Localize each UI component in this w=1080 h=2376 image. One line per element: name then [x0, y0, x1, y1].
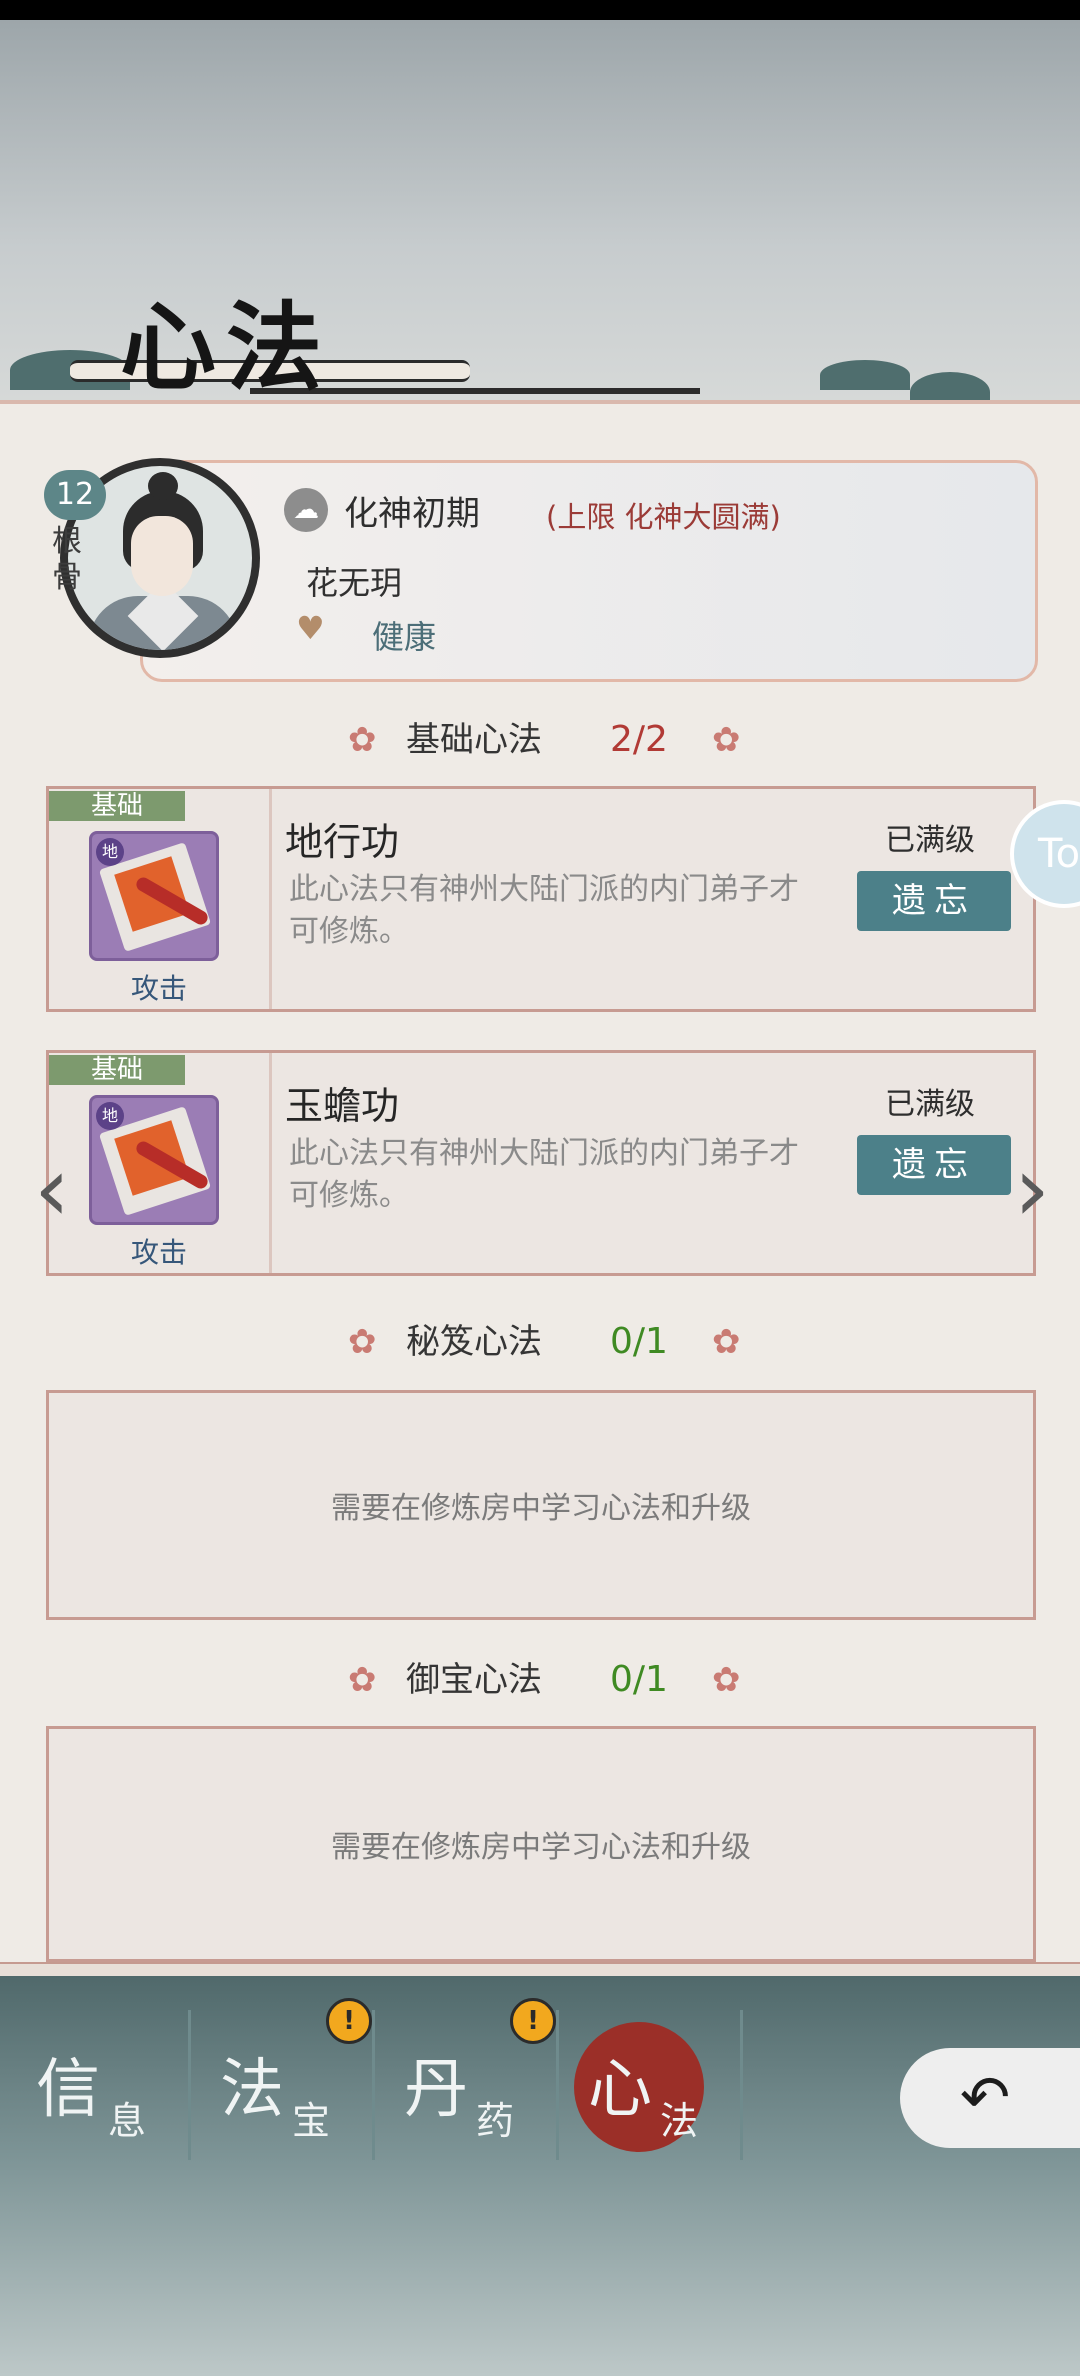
forget-button[interactable]: 遗忘	[857, 1135, 1011, 1195]
cultivation-realm: 化神初期	[344, 494, 480, 534]
alert-icon: !	[326, 1998, 372, 2044]
empty-skill-slot[interactable]: 需要在修炼房中学习心法和升级	[46, 1390, 1036, 1620]
empty-slot-hint: 需要在修炼房中学习心法和升级	[331, 1491, 751, 1526]
root-level-badge: 12	[44, 470, 106, 520]
health-status: 健康	[372, 618, 437, 656]
tab-label-sub: 息	[108, 2099, 147, 2143]
section-header-treasure: ✿ 御宝心法 0/1 ✿	[0, 1650, 1080, 1710]
skill-type: 攻击	[130, 1236, 187, 1269]
flower-icon: ✿	[348, 720, 377, 760]
skill-card[interactable]: 基础 地 攻击 地行功 此心法只有神州大陆门派的内门弟子才可修炼。 已满级 遗忘	[46, 786, 1036, 1012]
tab-mind-method-active[interactable]: 心 法	[560, 2010, 743, 2160]
skill-name: 地行功	[285, 820, 400, 864]
status-bar	[0, 0, 1080, 20]
skill-tag: 基础	[49, 791, 185, 821]
pine-decoration	[820, 360, 910, 390]
section-header-basic: ✿ 基础心法 2/2 ✿	[0, 710, 1080, 770]
section-title: 御宝心法	[406, 1660, 542, 1700]
heart-plus-icon: ♥	[296, 609, 325, 647]
tab-label-sub: 法	[660, 2099, 699, 2143]
tab-label-sub: 宝	[292, 2099, 331, 2143]
avatar-hair-bun	[148, 472, 178, 500]
skill-book-icon: 地	[89, 1095, 219, 1225]
skill-description: 此心法只有神州大陆门派的内门弟子才可修炼。	[289, 1136, 799, 1213]
flower-icon: ✿	[712, 720, 741, 760]
avatar-face	[131, 516, 193, 596]
skill-description: 此心法只有神州大陆门派的内门弟子才可修炼。	[289, 872, 799, 949]
page-title: 心法	[120, 291, 332, 404]
skill-type: 攻击	[130, 972, 187, 1005]
tab-label-main: 丹	[404, 2053, 468, 2127]
skill-status: 已满级	[885, 823, 975, 858]
character-name: 花无玥	[306, 564, 403, 602]
forget-button[interactable]: 遗忘	[857, 871, 1011, 931]
grade-mark-icon: 地	[96, 838, 124, 866]
skill-name: 玉蟾功	[285, 1084, 400, 1128]
alert-icon: !	[510, 1998, 556, 2044]
tab-treasure[interactable]: 法 宝 !	[192, 1998, 375, 2160]
flower-icon: ✿	[712, 1660, 741, 1700]
next-arrow-icon[interactable]: ›	[1004, 1142, 1060, 1238]
tab-label-main: 信	[36, 2053, 100, 2127]
section-title: 基础心法	[406, 720, 542, 760]
section-title: 秘笈心法	[406, 1322, 542, 1362]
prev-arrow-icon[interactable]: ‹	[24, 1142, 80, 1238]
flower-icon: ✿	[348, 1322, 377, 1362]
grade-mark-icon: 地	[96, 1102, 124, 1130]
tab-label-main: 心	[588, 2053, 652, 2127]
cloud-icon: ☁	[284, 488, 328, 532]
back-arrow-icon[interactable]: ↶	[900, 2048, 1080, 2148]
empty-skill-slot[interactable]: 需要在修炼房中学习心法和升级	[46, 1726, 1036, 1962]
bottom-tab-bar: 信 息 法 宝 ! 丹 药 ! 心 法	[0, 1998, 743, 2160]
section-header-secret: ✿ 秘笈心法 0/1 ✿	[0, 1312, 1080, 1372]
skill-card[interactable]: 基础 地 攻击 玉蟾功 此心法只有神州大陆门派的内门弟子才可修炼。 已满级 遗忘	[46, 1050, 1036, 1276]
tab-label-sub: 药	[476, 2099, 515, 2143]
tab-pills[interactable]: 丹 药 !	[376, 1998, 559, 2160]
skill-book-icon: 地	[89, 831, 219, 961]
section-count: 0/1	[610, 1321, 668, 1362]
page-title-banner: 心法	[70, 280, 700, 410]
root-label: 根骨	[52, 524, 82, 595]
section-count: 2/2	[610, 719, 668, 760]
section-count: 0/1	[610, 1659, 668, 1700]
skill-tag: 基础	[49, 1055, 185, 1085]
flower-icon: ✿	[348, 1660, 377, 1700]
tab-info[interactable]: 信 息	[8, 2010, 191, 2160]
skill-status: 已满级	[885, 1087, 975, 1122]
flower-icon: ✿	[712, 1322, 741, 1362]
empty-slot-hint: 需要在修炼房中学习心法和升级	[331, 1830, 751, 1865]
skill-icon-box: 基础 地 攻击	[49, 789, 272, 1009]
realm-limit: (上限 化神大圆满)	[546, 500, 781, 534]
skill-icon-box: 基础 地 攻击	[49, 1053, 272, 1273]
tab-label-main: 法	[220, 2053, 284, 2127]
